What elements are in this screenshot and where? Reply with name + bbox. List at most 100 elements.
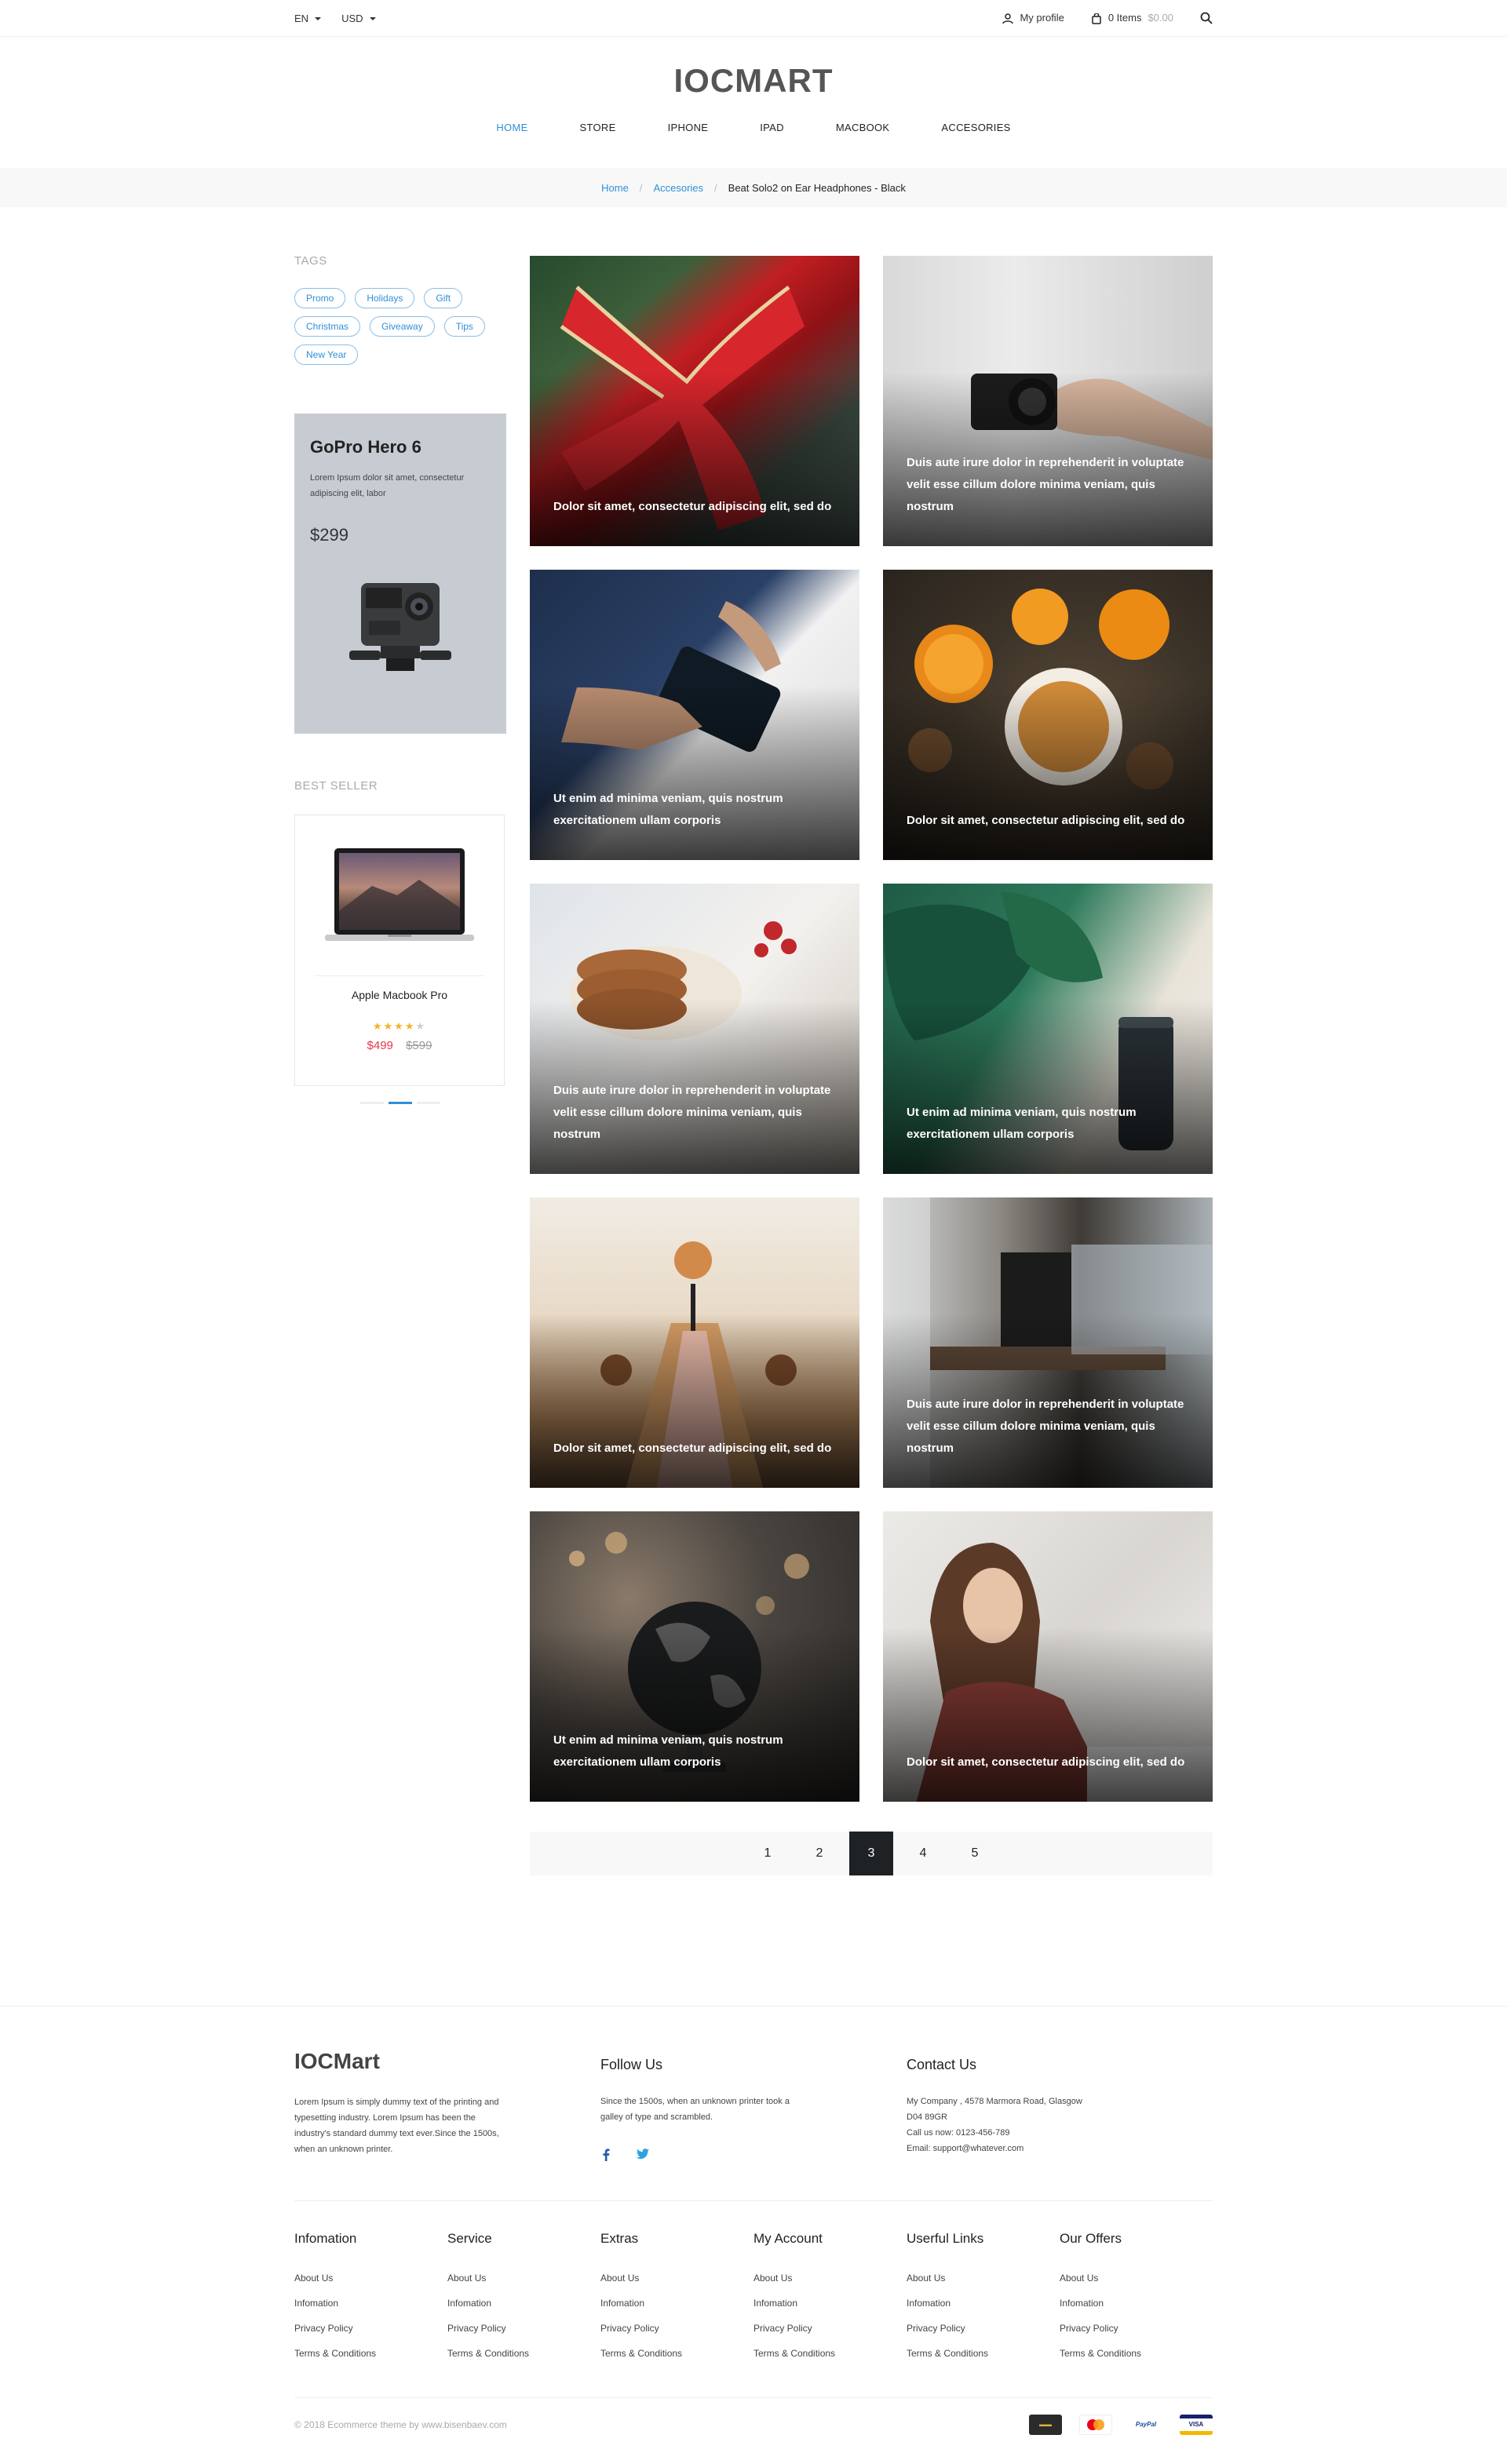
visa-icon: VISA bbox=[1180, 2414, 1213, 2435]
language-select[interactable]: EN bbox=[294, 13, 322, 24]
page-5[interactable]: 5 bbox=[953, 1832, 997, 1875]
product-name[interactable]: Apple Macbook Pro bbox=[314, 989, 485, 1001]
follow-text: Since the 1500s, when an unknown printer… bbox=[600, 2097, 790, 2122]
footer-link[interactable]: About Us bbox=[1060, 2265, 1213, 2291]
currency-select[interactable]: USD bbox=[341, 13, 376, 24]
footer-link[interactable]: Infomation bbox=[1060, 2291, 1213, 2316]
post-card[interactable]: Duis aute irure dolor in reprehenderit i… bbox=[883, 256, 1213, 546]
nav-ipad[interactable]: IPAD bbox=[734, 122, 810, 133]
breadcrumb-separator: / bbox=[714, 181, 717, 194]
follow-title: Follow Us bbox=[600, 2057, 663, 2072]
breadcrumb-home[interactable]: Home bbox=[601, 182, 629, 194]
post-caption: Duis aute irure dolor in reprehenderit i… bbox=[907, 456, 1184, 513]
post-card[interactable]: Ut enim ad minima veniam, quis nostrum e… bbox=[530, 570, 859, 860]
footer-link[interactable]: Infomation bbox=[907, 2291, 1060, 2316]
post-caption: Dolor sit amet, consectetur adipiscing e… bbox=[907, 814, 1185, 827]
nav-store[interactable]: STORE bbox=[554, 122, 642, 133]
footer-link[interactable]: About Us bbox=[754, 2265, 907, 2291]
carousel-dot-active[interactable] bbox=[389, 1102, 412, 1104]
paypal-icon: PayPal bbox=[1129, 2414, 1162, 2435]
gopro-camera-image bbox=[338, 575, 463, 677]
footer-link[interactable]: Infomation bbox=[447, 2291, 600, 2316]
page-4[interactable]: 4 bbox=[901, 1832, 945, 1875]
tag-list: Promo Holidays Gift Christmas Giveaway T… bbox=[294, 288, 498, 365]
caret-down-icon bbox=[369, 17, 376, 21]
tag-holidays[interactable]: Holidays bbox=[355, 288, 415, 308]
footer-link[interactable]: About Us bbox=[294, 2265, 447, 2291]
breadcrumb: Home / Accesories / Beat Solo2 on Ear He… bbox=[0, 168, 1507, 207]
footer-link[interactable]: About Us bbox=[600, 2265, 754, 2291]
carousel-dot[interactable] bbox=[360, 1102, 384, 1104]
contact-phone: Call us now: 0123-456-789 bbox=[907, 2128, 1010, 2138]
post-card[interactable]: Dolor sit amet, consectetur adipiscing e… bbox=[530, 256, 859, 546]
tag-gift[interactable]: Gift bbox=[424, 288, 463, 308]
contact-postcode: D04 89GR bbox=[907, 2112, 947, 2122]
profile-label: My profile bbox=[1020, 12, 1064, 24]
tag-giveaway[interactable]: Giveaway bbox=[370, 316, 435, 337]
tag-tips[interactable]: Tips bbox=[443, 316, 485, 337]
post-caption: Duis aute irure dolor in reprehenderit i… bbox=[553, 1084, 831, 1141]
rating-stars: ★★★★★ bbox=[372, 1020, 427, 1032]
twitter-icon[interactable] bbox=[637, 2149, 649, 2160]
nav-home[interactable]: HOME bbox=[470, 122, 553, 133]
footer-col-title: Our Offers bbox=[1060, 2231, 1122, 2246]
post-overlay bbox=[530, 1627, 859, 1802]
footer-divider bbox=[294, 2200, 1213, 2201]
breadcrumb-category[interactable]: Accesories bbox=[653, 182, 703, 194]
nav-accesories[interactable]: ACCESORIES bbox=[915, 122, 1036, 133]
contact-info: My Company , 4578 Marmora Road, Glasgow … bbox=[907, 2094, 1118, 2156]
footer-link[interactable]: Privacy Policy bbox=[754, 2316, 907, 2341]
post-card[interactable]: Ut enim ad minima veniam, quis nostrum e… bbox=[883, 884, 1213, 1174]
footer-link[interactable]: Terms & Conditions bbox=[907, 2341, 1060, 2366]
product-prices: $499 $599 bbox=[314, 1039, 485, 1052]
footer-link[interactable]: Privacy Policy bbox=[907, 2316, 1060, 2341]
nav-iphone[interactable]: IPHONE bbox=[642, 122, 735, 133]
post-card[interactable]: Ut enim ad minima veniam, quis nostrum e… bbox=[530, 1511, 859, 1802]
footer-link[interactable]: Infomation bbox=[754, 2291, 907, 2316]
post-card[interactable]: Dolor sit amet, consectetur adipiscing e… bbox=[530, 1197, 859, 1488]
post-caption: Dolor sit amet, consectetur adipiscing e… bbox=[553, 500, 832, 513]
footer-link[interactable]: Terms & Conditions bbox=[294, 2341, 447, 2366]
best-seller-title: BEST SELLER bbox=[294, 779, 378, 793]
footer-link[interactable]: Terms & Conditions bbox=[447, 2341, 600, 2366]
tag-new-year[interactable]: New Year bbox=[294, 344, 359, 365]
footer-about-text: Lorem Ipsum is simply dummy text of the … bbox=[294, 2098, 499, 2154]
page-1[interactable]: 1 bbox=[746, 1832, 790, 1875]
post-card[interactable]: Duis aute irure dolor in reprehenderit i… bbox=[883, 1197, 1213, 1488]
footer-link[interactable]: Infomation bbox=[294, 2291, 447, 2316]
page-2[interactable]: 2 bbox=[797, 1832, 841, 1875]
footer-link[interactable]: Privacy Policy bbox=[600, 2316, 754, 2341]
footer-col-title: Service bbox=[447, 2231, 492, 2246]
footer-link[interactable]: About Us bbox=[907, 2265, 1060, 2291]
site-logo[interactable]: IOCMART bbox=[0, 37, 1507, 100]
footer-link[interactable]: Terms & Conditions bbox=[1060, 2341, 1213, 2366]
page-3-current[interactable]: 3 bbox=[849, 1832, 893, 1875]
footer-link[interactable]: Terms & Conditions bbox=[600, 2341, 754, 2366]
carousel-dot[interactable] bbox=[417, 1102, 440, 1104]
footer-link[interactable]: Privacy Policy bbox=[294, 2316, 447, 2341]
facebook-icon[interactable] bbox=[602, 2149, 610, 2161]
cart-link[interactable]: 0 Items $0.00 bbox=[1091, 12, 1173, 24]
footer-link[interactable]: About Us bbox=[447, 2265, 600, 2291]
cart-total: $0.00 bbox=[1148, 12, 1173, 24]
tag-promo[interactable]: Promo bbox=[294, 288, 346, 308]
promo-banner[interactable]: GoPro Hero 6 Lorem Ipsum dolor sit amet,… bbox=[294, 414, 506, 734]
footer-link[interactable]: Privacy Policy bbox=[1060, 2316, 1213, 2341]
post-caption: Ut enim ad minima veniam, quis nostrum e… bbox=[553, 792, 783, 827]
post-card[interactable]: Dolor sit amet, consectetur adipiscing e… bbox=[883, 1511, 1213, 1802]
tag-christmas[interactable]: Christmas bbox=[294, 316, 361, 337]
my-profile-link[interactable]: My profile bbox=[1002, 12, 1064, 24]
footer-link[interactable]: Infomation bbox=[600, 2291, 754, 2316]
footer-bottom: © 2018 Ecommerce theme by www.bisenbaev.… bbox=[294, 2397, 1213, 2451]
search-icon[interactable] bbox=[1200, 12, 1213, 24]
site-header: IOCMART HOME STORE IPHONE IPAD MACBOOK A… bbox=[0, 36, 1507, 168]
footer-link[interactable]: Terms & Conditions bbox=[754, 2341, 907, 2366]
footer-link[interactable]: Privacy Policy bbox=[447, 2316, 600, 2341]
post-card[interactable]: Duis aute irure dolor in reprehenderit i… bbox=[530, 884, 859, 1174]
post-overlay bbox=[883, 1000, 1213, 1174]
footer-logo[interactable]: IOCMart bbox=[294, 2049, 600, 2074]
product-card[interactable]: Apple Macbook Pro ★★★★★ $499 $599 bbox=[294, 815, 505, 1086]
nav-macbook[interactable]: MACBOOK bbox=[810, 122, 916, 133]
top-bar: EN USD My profile 0 Items $0.00 bbox=[0, 0, 1507, 36]
post-card[interactable]: Dolor sit amet, consectetur adipiscing e… bbox=[883, 570, 1213, 860]
